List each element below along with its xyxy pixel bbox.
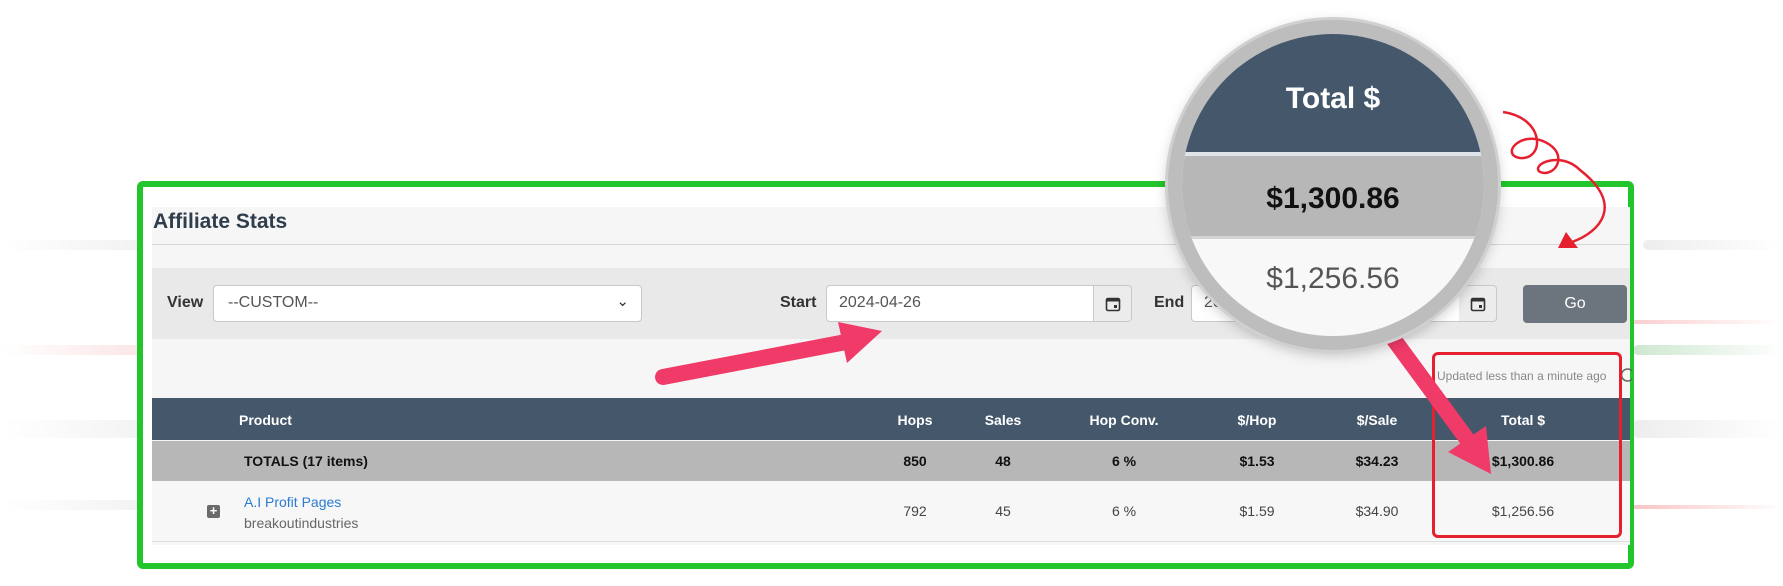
- magnifier-totals: $1,300.86: [1182, 156, 1484, 236]
- decorative-squiggle: [1502, 110, 1606, 244]
- divider: [1182, 236, 1484, 239]
- magnifier-zoom: Total $ $1,300.86 $1,256.56: [1168, 20, 1498, 350]
- arrow-to-total: [1384, 329, 1480, 454]
- magnifier-header: Total $: [1182, 34, 1484, 152]
- arrow-head: [838, 322, 882, 363]
- magnifier-totals-value: $1,300.86: [1266, 182, 1400, 215]
- magnifier-header-label: Total $: [1285, 82, 1381, 115]
- magnifier-row-value: $1,256.56: [1266, 262, 1400, 295]
- arrow-to-start-date: [655, 334, 854, 385]
- annotation-arrows: [655, 110, 1606, 474]
